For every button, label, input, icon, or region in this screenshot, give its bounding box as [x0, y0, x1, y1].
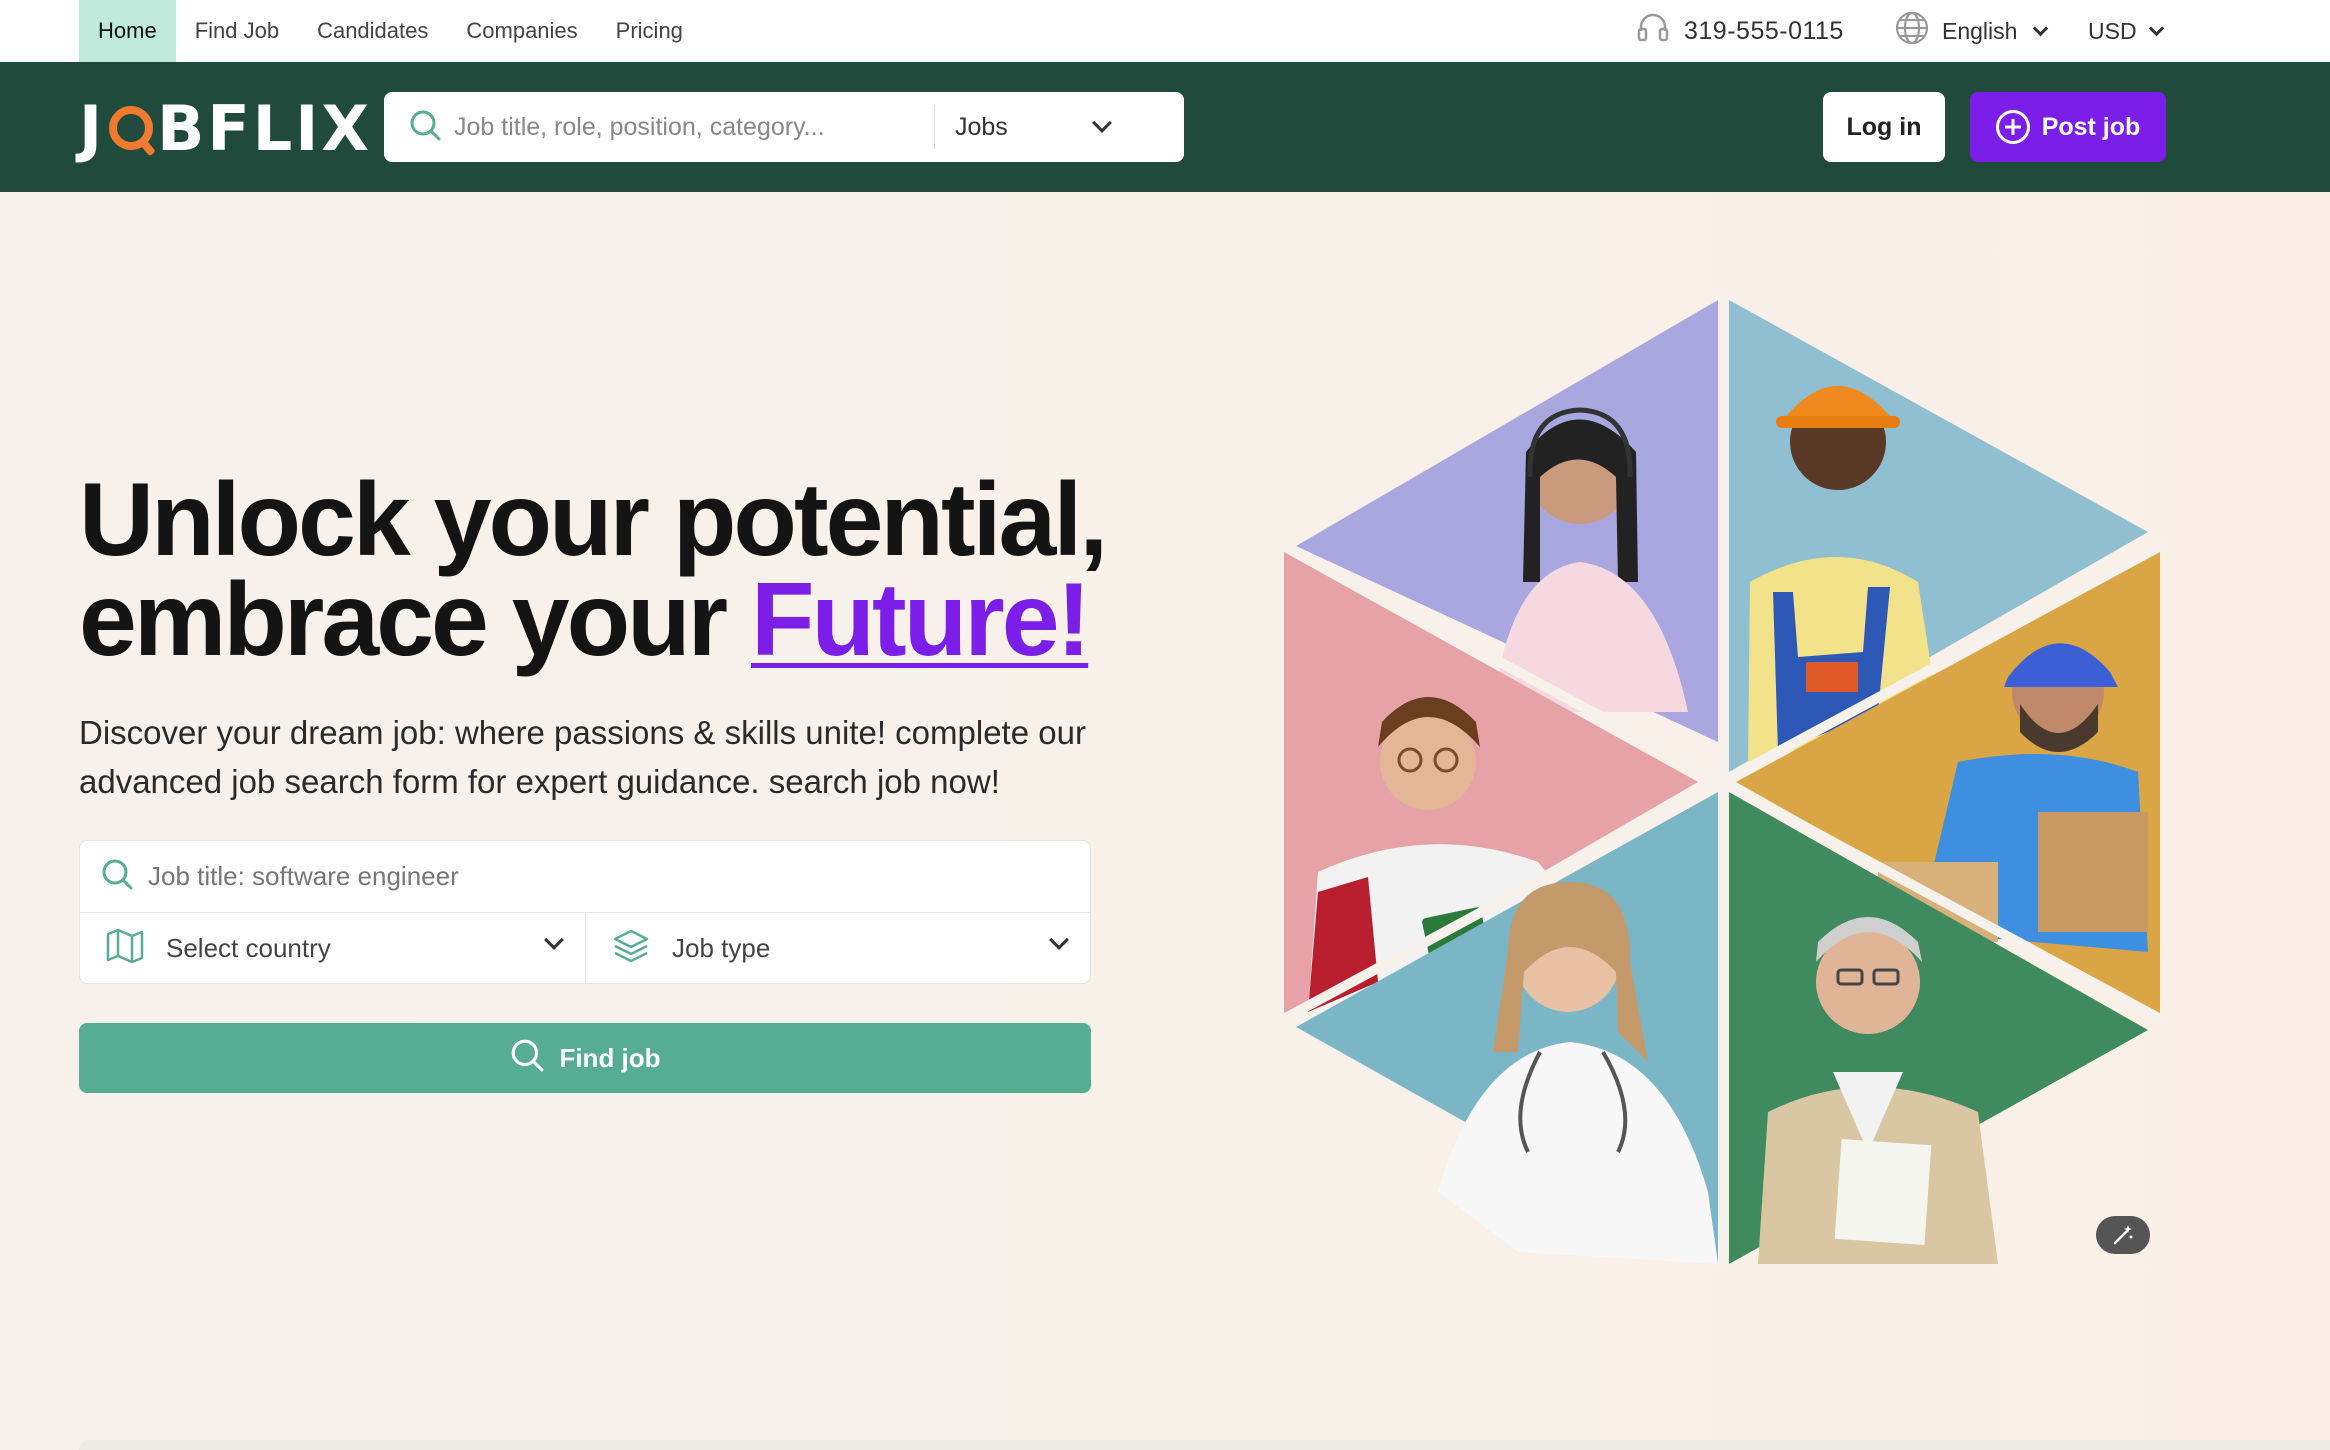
job-title-field[interactable]: Job title: software engineer [80, 841, 1090, 913]
nav-find-job[interactable]: Find Job [176, 0, 298, 62]
logo-text-start: J [79, 91, 106, 165]
search-icon [408, 108, 442, 147]
country-select-label: Select country [166, 933, 331, 963]
header-search-input[interactable]: Job title, role, position, category... [454, 113, 934, 142]
layers-icon [612, 928, 650, 969]
language-label: English [1942, 17, 2018, 44]
magnifier-o-icon [109, 106, 154, 150]
jobflix-logo[interactable]: J BFLIX [79, 92, 372, 165]
job-search-form: Job title: software engineer Select coun… [79, 840, 1091, 984]
hero-subtext: Discover your dream job: where passions … [79, 714, 1086, 800]
phone-number: 319-555-0115 [1684, 16, 1844, 45]
find-job-label: Find job [559, 1042, 661, 1073]
nav-companies[interactable]: Companies [447, 0, 596, 62]
language-selector[interactable]: English [1894, 0, 2049, 62]
header-search-bar: Job title, role, position, category... J… [384, 92, 1184, 162]
search-icon [100, 857, 134, 896]
headset-icon [1636, 11, 1670, 52]
post-job-label: Post job [2041, 112, 2141, 141]
find-job-button[interactable]: Find job [79, 1023, 1091, 1093]
search-divider [934, 105, 935, 149]
magic-wand-icon[interactable] [2096, 1216, 2150, 1254]
chevron-down-icon [1049, 930, 1069, 950]
map-icon [106, 928, 144, 969]
chevron-down-icon [2033, 20, 2049, 36]
logo-text-end: BFLIX [157, 91, 373, 165]
headline-line-2: embrace your [79, 562, 751, 678]
headline-line-1: Unlock your potential, [79, 462, 1108, 578]
chevron-down-icon[interactable] [1092, 113, 1112, 133]
hero-headline: Unlock your potential, embrace your Futu… [79, 468, 1108, 672]
search-icon [509, 1037, 545, 1080]
nav-candidates[interactable]: Candidates [298, 0, 447, 62]
login-button[interactable]: Log in [1823, 92, 1945, 162]
hero-photo-collage [1275, 292, 2169, 1272]
nav-home[interactable]: Home [79, 0, 176, 62]
top-utility-bar: Home Find Job Candidates Companies Prici… [0, 0, 2330, 62]
job-type-select-label: Job type [672, 933, 771, 963]
job-type-select[interactable]: Job type [585, 913, 1090, 984]
search-category-select[interactable]: Jobs [955, 113, 1095, 142]
job-title-input[interactable]: Job title: software engineer [148, 861, 459, 892]
post-job-button[interactable]: Post job [1970, 92, 2166, 162]
next-section-edge [79, 1440, 2330, 1450]
country-select[interactable]: Select country [80, 913, 585, 984]
chevron-down-icon [2148, 20, 2164, 36]
top-nav: Home Find Job Candidates Companies Prici… [79, 0, 702, 62]
chevron-down-icon [544, 930, 564, 950]
globe-icon [1894, 10, 1930, 52]
currency-selector[interactable]: USD [2088, 0, 2164, 62]
phone-contact[interactable]: 319-555-0115 [1636, 0, 1844, 62]
currency-label: USD [2088, 17, 2137, 44]
main-header: J BFLIX Job title, role, position, categ… [0, 62, 2330, 192]
headline-highlight: Future! [751, 562, 1091, 678]
nav-pricing[interactable]: Pricing [597, 0, 702, 62]
plus-circle-icon [1995, 110, 2030, 144]
